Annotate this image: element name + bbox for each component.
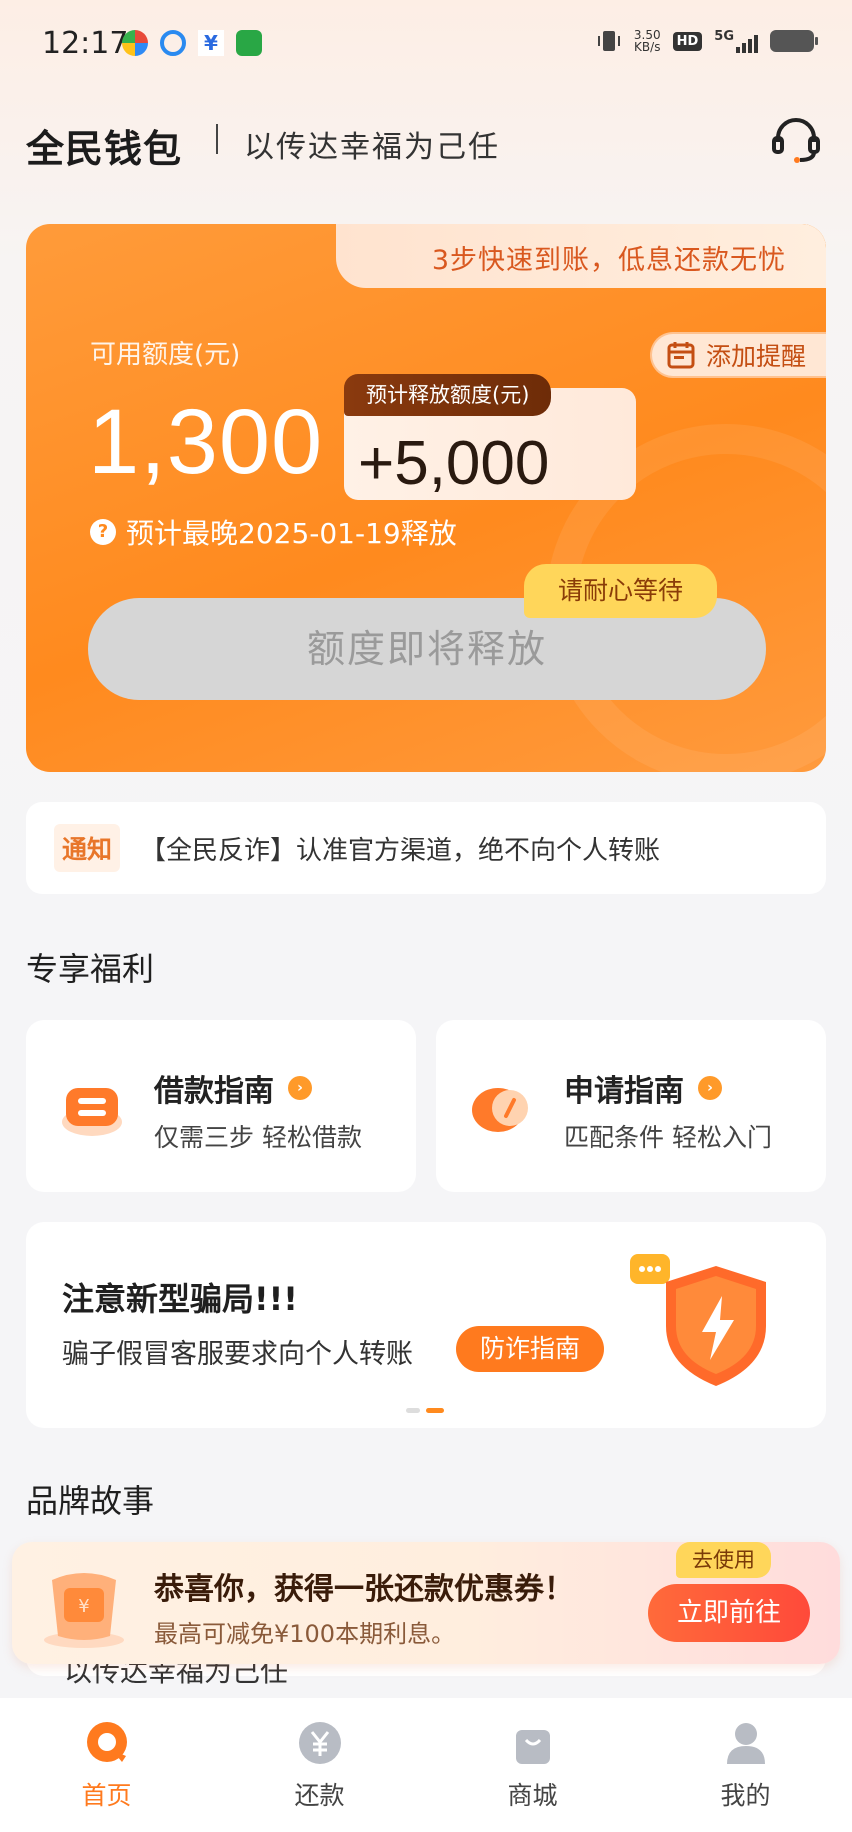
loan-guide-icon [62, 1088, 122, 1136]
coupon-use-tag: 去使用 [676, 1542, 771, 1578]
tab-mall-label: 商城 [507, 1781, 558, 1810]
status-time: 12:17 [42, 26, 129, 61]
apply-guide-title-text: 申请指南 [564, 1074, 684, 1109]
net-speed-unit: KB/s [634, 40, 661, 54]
carousel-indicator [406, 1408, 444, 1413]
calendar-icon [667, 342, 695, 369]
coupon-icon: ¥ [44, 1573, 124, 1648]
status-right: 3.50 KB/s HD 5G [596, 28, 818, 54]
user-icon [726, 1723, 765, 1764]
bottom-tab-bar: 首页 还款 商城 我的 [0, 1698, 852, 1832]
vibrate-icon [597, 31, 620, 51]
shopping-bag-icon [515, 1730, 550, 1764]
available-credit-label: 可用额度(元) [90, 340, 241, 370]
coupon-popup[interactable]: ¥ 恭喜你，获得一张还款优惠券！ 最高可减免¥100本期利息。 立即前往 去使用 [12, 1542, 840, 1664]
tab-repay[interactable]: 还款 [213, 1698, 426, 1832]
release-amount: +5,000 [358, 429, 550, 498]
loan-guide-card[interactable]: 借款指南 › 仅需三步 轻松借款 [26, 1020, 416, 1192]
app-notification-icon: ¥ [198, 30, 224, 56]
brand-slogan: 以传达幸福为己任 [244, 130, 500, 165]
headset-icon[interactable] [770, 116, 822, 164]
anti-fraud-banner[interactable]: 注意新型骗局!!! 骗子假冒客服要求向个人转账 防诈指南 [26, 1222, 826, 1428]
hd-badge: HD [672, 31, 703, 51]
loan-guide-subtitle: 仅需三步 轻松借款 [154, 1123, 362, 1152]
anti-fraud-guide-button[interactable]: 防诈指南 [456, 1326, 605, 1372]
coupon-go-button[interactable]: 立即前往 [648, 1584, 810, 1642]
yen-coin-icon [298, 1722, 341, 1764]
tab-me[interactable]: 我的 [639, 1698, 852, 1832]
card-tab-text: 3步快速到账，低息还款无忧 [431, 245, 786, 276]
wait-badge: 请耐心等待 [524, 564, 718, 618]
release-amount-tag: 预计释放额度(元) [344, 374, 552, 416]
status-app-icons: ¥ [122, 30, 262, 56]
app-notification-icon [122, 30, 148, 56]
loan-guide-title: 借款指南 › [154, 1066, 312, 1110]
benefits-title: 专享福利 [26, 950, 155, 988]
notice-text: 【全民反诈】认准官方渠道，绝不向个人转账 [140, 835, 661, 866]
tab-home-label: 首页 [81, 1781, 132, 1810]
question-icon[interactable]: ? [90, 519, 116, 545]
coupon-title: 恭喜你，获得一张还款优惠券！ [154, 1572, 574, 1607]
arrow-right-icon: › [288, 1076, 312, 1100]
anti-fraud-subtitle: 骗子假冒客服要求向个人转账 [62, 1339, 413, 1370]
credit-card: 3步快速到账，低息还款无忧 可用额度(元) 1,300 预计释放额度(元) +5… [26, 224, 826, 772]
available-credit-amount: 1,300 [88, 391, 324, 493]
add-reminder-button[interactable]: 添加提醒 [649, 332, 826, 378]
app-notification-icon [160, 30, 186, 56]
battery-icon [770, 30, 818, 52]
card-tab: 3步快速到账，低息还款无忧 [336, 224, 826, 288]
header-divider [216, 124, 218, 154]
loan-guide-title-text: 借款指南 [154, 1074, 274, 1109]
apply-guide-subtitle: 匹配条件 轻松入门 [564, 1123, 772, 1152]
home-icon [86, 1722, 127, 1762]
signal-icon: 5G [714, 29, 758, 53]
anti-fraud-title: 注意新型骗局!!! [62, 1280, 298, 1318]
tab-repay-label: 还款 [294, 1781, 345, 1810]
notice-bar[interactable]: 通知 【全民反诈】认准官方渠道，绝不向个人转账 [26, 802, 826, 894]
coupon-subtitle: 最高可减免¥100本期利息。 [154, 1620, 456, 1648]
apply-guide-icon [472, 1088, 528, 1132]
brand-title: 全民钱包 [26, 127, 183, 171]
apply-guide-title: 申请指南 › [564, 1066, 722, 1110]
net-speed: 3.50 KB/s [634, 29, 661, 53]
tab-mall[interactable]: 商城 [426, 1698, 639, 1832]
network-type: 5G [714, 29, 734, 44]
shield-lightning-icon [630, 1254, 766, 1386]
svg-text:¥: ¥ [78, 1596, 89, 1617]
brand-story-title: 品牌故事 [26, 1482, 155, 1520]
release-date[interactable]: ? 预计最晚2025-01-19释放 [90, 512, 457, 552]
release-date-text: 预计最晚2025-01-19释放 [126, 517, 457, 550]
add-reminder-label: 添加提醒 [705, 342, 806, 371]
notice-tag: 通知 [54, 824, 121, 872]
apply-guide-card[interactable]: 申请指南 › 匹配条件 轻松入门 [436, 1020, 826, 1192]
app-notification-icon [236, 30, 262, 56]
tab-me-label: 我的 [720, 1781, 771, 1810]
arrow-right-icon: › [698, 1076, 722, 1100]
tab-home[interactable]: 首页 [0, 1698, 213, 1832]
